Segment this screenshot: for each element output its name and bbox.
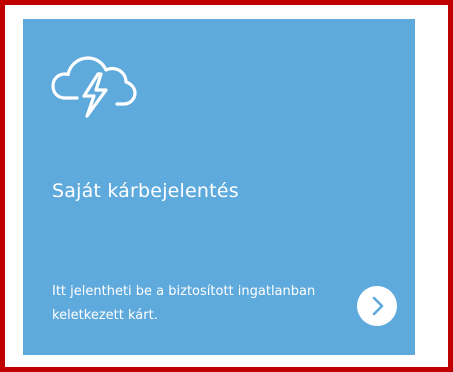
card-description: Itt jelentheti be a biztosított ingatlan… <box>52 280 352 328</box>
open-claim-button[interactable] <box>357 286 397 326</box>
card-description-line: keletkezett kárt. <box>52 308 158 323</box>
chevron-right-icon <box>372 296 384 316</box>
card-description-line: Itt jelentheti be a biztosított ingatlan… <box>52 284 316 299</box>
card-title: Saját kárbejelentés <box>52 180 239 202</box>
cloud-lightning-icon <box>51 52 137 120</box>
